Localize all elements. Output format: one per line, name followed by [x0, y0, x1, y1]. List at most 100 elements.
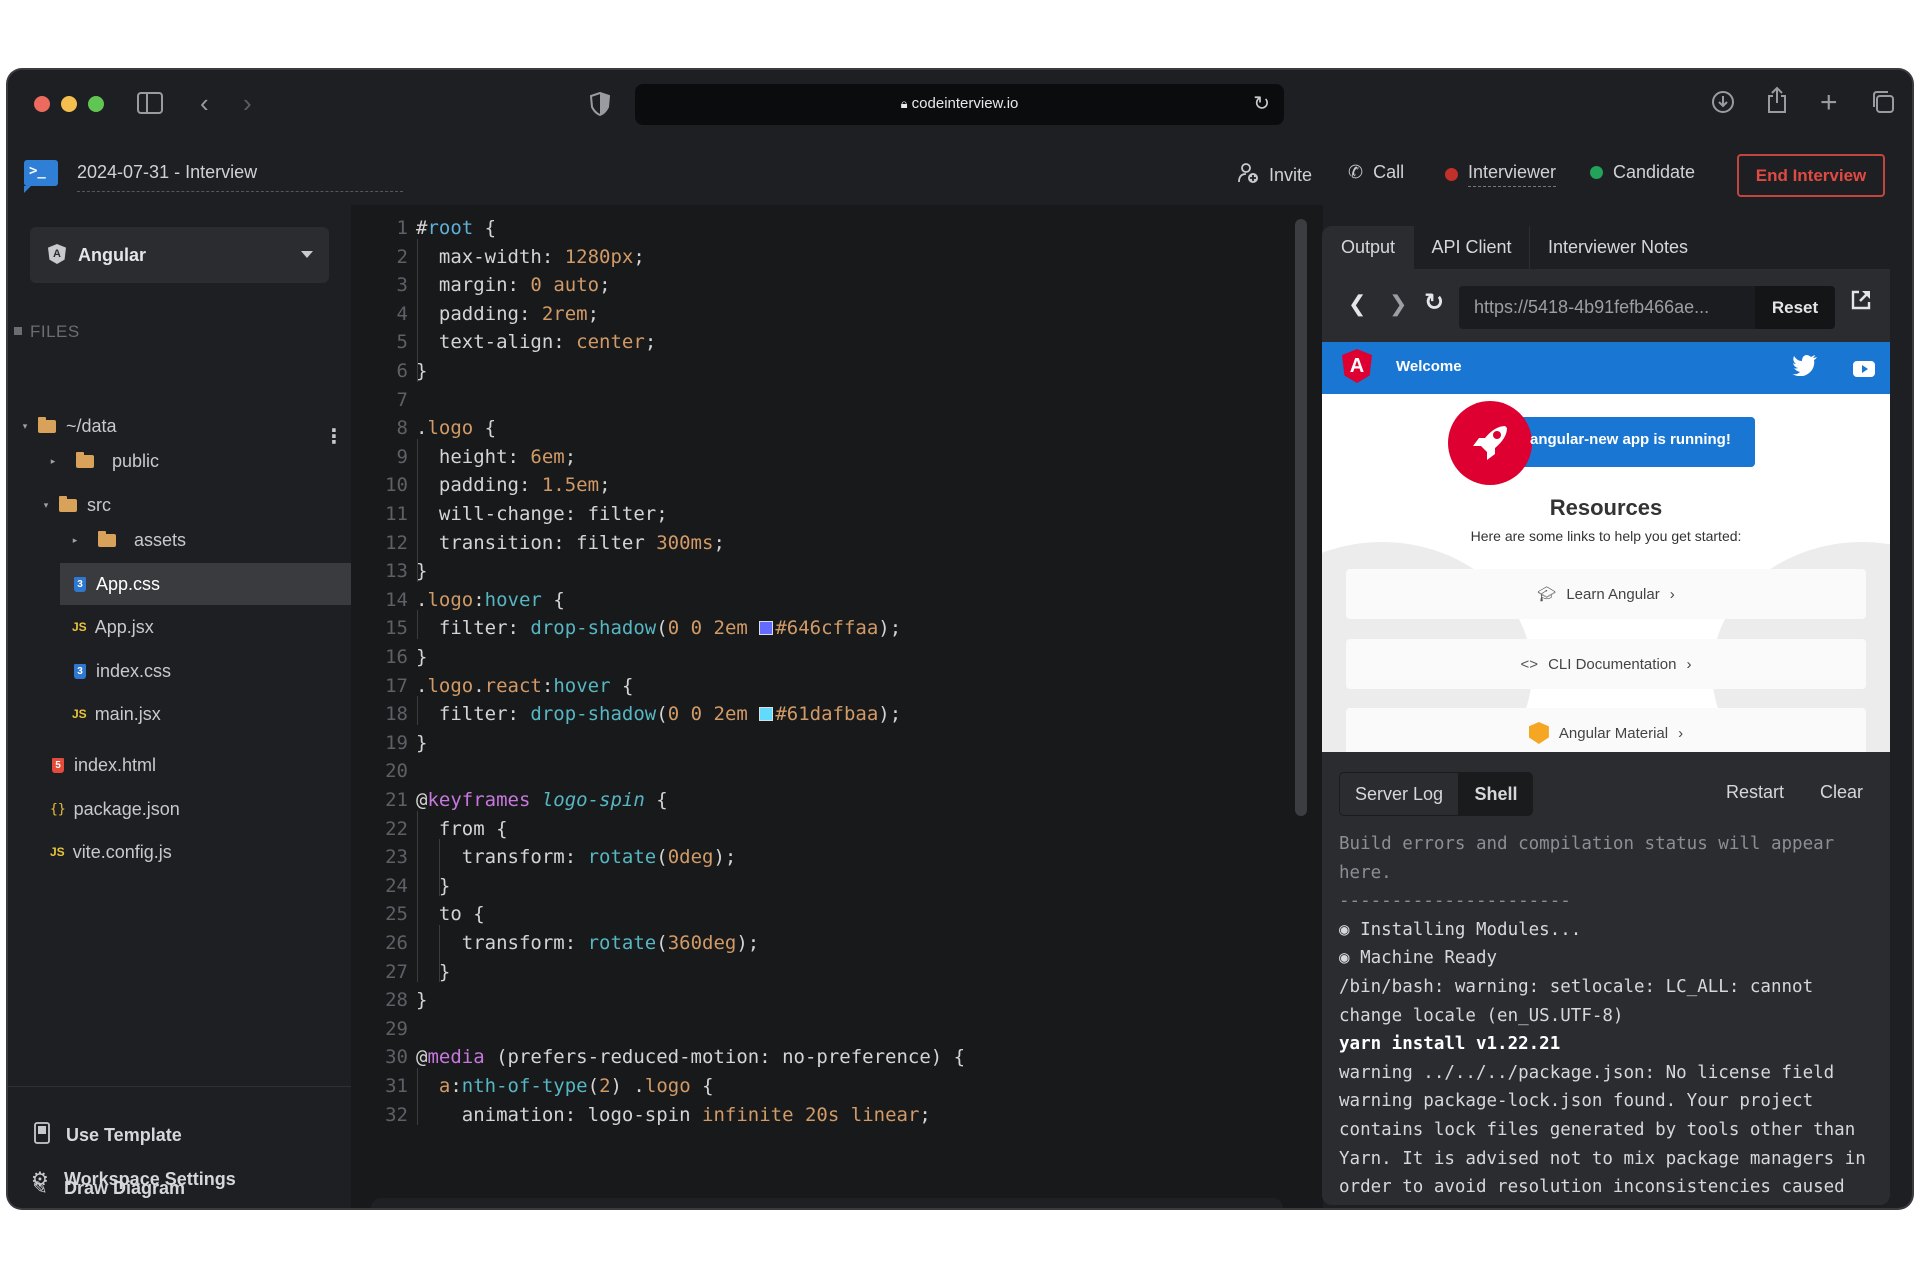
- code-line[interactable]: 10 padding: 1.5em;: [351, 471, 610, 500]
- tree-file-app-jsx[interactable]: JS App.jsx: [60, 606, 351, 648]
- maximize-window-button[interactable]: [88, 96, 104, 112]
- code-line[interactable]: 12 transition: filter 300ms;: [351, 529, 725, 558]
- reset-button[interactable]: Reset: [1755, 286, 1835, 329]
- editor-scrollbar[interactable]: [1295, 219, 1307, 816]
- minimize-window-button[interactable]: [61, 96, 77, 112]
- tab-server-log[interactable]: Server Log: [1340, 773, 1458, 815]
- tab-interviewer-notes[interactable]: Interviewer Notes: [1530, 226, 1706, 269]
- line-number: 9: [396, 445, 408, 468]
- code-line[interactable]: 9 height: 6em;: [351, 443, 577, 472]
- code-line[interactable]: 27 }: [351, 958, 450, 987]
- tree-file-index-html[interactable]: 5 index.html: [38, 744, 351, 786]
- tree-file-index-css[interactable]: 3 index.css: [60, 650, 351, 692]
- tab-output[interactable]: Output: [1322, 226, 1414, 269]
- clear-button[interactable]: Clear: [1820, 782, 1863, 803]
- tree-file-package-json[interactable]: {} package.json: [38, 788, 351, 830]
- candidate-status[interactable]: Candidate: [1590, 162, 1695, 183]
- color-swatch[interactable]: [759, 621, 774, 636]
- share-icon[interactable]: [1766, 86, 1788, 118]
- interview-title[interactable]: 2024-07-31 - Interview: [77, 162, 403, 192]
- gear-icon: ⚙: [31, 1169, 49, 1191]
- preview-back-icon[interactable]: ❮: [1348, 291, 1366, 317]
- tree-file-vite-config[interactable]: JS vite.config.js: [38, 831, 351, 873]
- preview-refresh-icon[interactable]: ↻: [1424, 288, 1444, 317]
- code-line[interactable]: 14 .logo:hover {: [351, 586, 565, 615]
- code-line[interactable]: 30 @media (prefers-reduced-motion: no-pre…: [351, 1043, 965, 1072]
- reload-icon[interactable]: ↻: [1253, 94, 1270, 114]
- code-line[interactable]: 20: [351, 757, 416, 786]
- open-external-icon[interactable]: [1850, 289, 1872, 317]
- forward-icon[interactable]: ›: [243, 90, 252, 116]
- code-line[interactable]: 13}: [351, 557, 427, 586]
- line-number: 5: [396, 331, 408, 354]
- back-icon[interactable]: ‹: [200, 90, 209, 116]
- line-number: 16: [385, 646, 408, 668]
- code-line[interactable]: 5 text-align: center;: [351, 328, 657, 357]
- code-line[interactable]: 16}: [351, 643, 427, 672]
- code-line[interactable]: 22 from {: [351, 815, 507, 844]
- code-line[interactable]: 23 transform: rotate(0deg);: [351, 843, 736, 872]
- tree-file-app-css[interactable]: 3 App.css: [60, 563, 351, 605]
- code-line[interactable]: 1 #root {: [351, 214, 497, 243]
- code-line[interactable]: 24 }: [351, 872, 450, 901]
- cli-documentation-link[interactable]: <> CLI Documentation ›: [1346, 639, 1866, 689]
- sidebar-icon[interactable]: [137, 92, 163, 118]
- invite-button[interactable]: Invite: [1237, 162, 1312, 189]
- phone-icon: ✆: [1348, 162, 1364, 182]
- angular-material-link[interactable]: Angular Material ›: [1346, 708, 1866, 752]
- tree-file-main-jsx[interactable]: JS main.jsx: [60, 693, 351, 735]
- call-button[interactable]: ✆ Call: [1348, 162, 1404, 183]
- sidebar-divider: [8, 1086, 351, 1087]
- preview-forward-icon[interactable]: ❯: [1389, 291, 1407, 317]
- code-line[interactable]: 7: [351, 386, 416, 415]
- code-line[interactable]: 21 @keyframes logo-spin {: [351, 786, 668, 815]
- log-line: warning ../../../package.json: No licens…: [1339, 1062, 1835, 1083]
- tab-shell[interactable]: Shell: [1458, 773, 1532, 815]
- tree-folder-public[interactable]: ▸ public: [46, 440, 346, 482]
- code-line[interactable]: 4 padding: 2rem;: [351, 300, 600, 329]
- twitter-icon[interactable]: [1792, 354, 1818, 382]
- preview-url-input[interactable]: https://5418-4b91fefb466ae...: [1459, 286, 1755, 329]
- workspace-settings-button[interactable]: ⚙ Workspace Settings: [30, 1167, 236, 1192]
- new-tab-icon[interactable]: +: [1820, 88, 1838, 118]
- end-interview-button[interactable]: End Interview: [1737, 154, 1885, 197]
- code-line[interactable]: 18 filter: drop-shadow(0 0 2em #61dafbaa…: [351, 700, 901, 729]
- angular-icon: A: [48, 244, 66, 264]
- youtube-icon[interactable]: [1853, 357, 1875, 383]
- line-number: 28: [385, 989, 408, 1012]
- code-line[interactable]: 2 max-width: 1280px;: [351, 243, 645, 272]
- code-line[interactable]: 28}: [351, 986, 427, 1015]
- line-number: 13: [385, 560, 408, 583]
- code-line[interactable]: 17 .logo.react:hover {: [351, 672, 633, 701]
- indent-guide: [417, 696, 418, 725]
- code-editor[interactable]: 1 #root {2 max-width: 1280px; 3 margin: 0 …: [351, 205, 1323, 1208]
- shell-output[interactable]: Build errors and compilation status will…: [1339, 830, 1879, 1202]
- code-area[interactable]: 1 #root {2 max-width: 1280px; 3 margin: 0 …: [351, 205, 1291, 1208]
- line-number: 25: [385, 903, 408, 926]
- code-line[interactable]: 15 filter: drop-shadow(0 0 2em #646cffaa…: [351, 614, 901, 643]
- tree-folder-assets[interactable]: ▸ assets: [68, 519, 348, 561]
- language-select[interactable]: A Angular: [30, 227, 329, 283]
- code-line[interactable]: 29: [351, 1015, 416, 1044]
- interviewer-status[interactable]: Interviewer: [1445, 162, 1557, 187]
- code-line[interactable]: 6}: [351, 357, 428, 386]
- use-template-button[interactable]: Use Template: [32, 1122, 182, 1149]
- color-swatch[interactable]: [759, 707, 774, 722]
- close-window-button[interactable]: [34, 96, 50, 112]
- learn-angular-link[interactable]: 🎓︎ Learn Angular ›: [1346, 569, 1866, 619]
- code-line[interactable]: 32 animation: logo-spin infinite 20s lin…: [351, 1101, 931, 1130]
- code-line[interactable]: 31 a:nth-of-type(2) .logo {: [351, 1072, 713, 1101]
- tabs-overview-icon[interactable]: [1871, 90, 1895, 118]
- code-line[interactable]: 3 margin: 0 auto;: [351, 271, 611, 300]
- tab-api-client[interactable]: API Client: [1414, 226, 1530, 269]
- app-preview[interactable]: A Welcome angular-new app is running! Re…: [1322, 342, 1890, 752]
- code-line[interactable]: 26 transform: rotate(360deg);: [351, 929, 759, 958]
- code-line[interactable]: 11 will-change: filter;: [351, 500, 668, 529]
- download-icon[interactable]: [1711, 90, 1735, 118]
- code-line[interactable]: 8 .logo {: [351, 414, 497, 443]
- shield-icon[interactable]: [589, 91, 611, 120]
- code-line[interactable]: 19}: [351, 729, 427, 758]
- restart-button[interactable]: Restart: [1726, 782, 1784, 803]
- address-bar[interactable]: 🔒︎ codeinterview.io ↻: [635, 84, 1284, 125]
- app-header: >_ 2024-07-31 - Interview Invite ✆ Call …: [8, 138, 1912, 205]
